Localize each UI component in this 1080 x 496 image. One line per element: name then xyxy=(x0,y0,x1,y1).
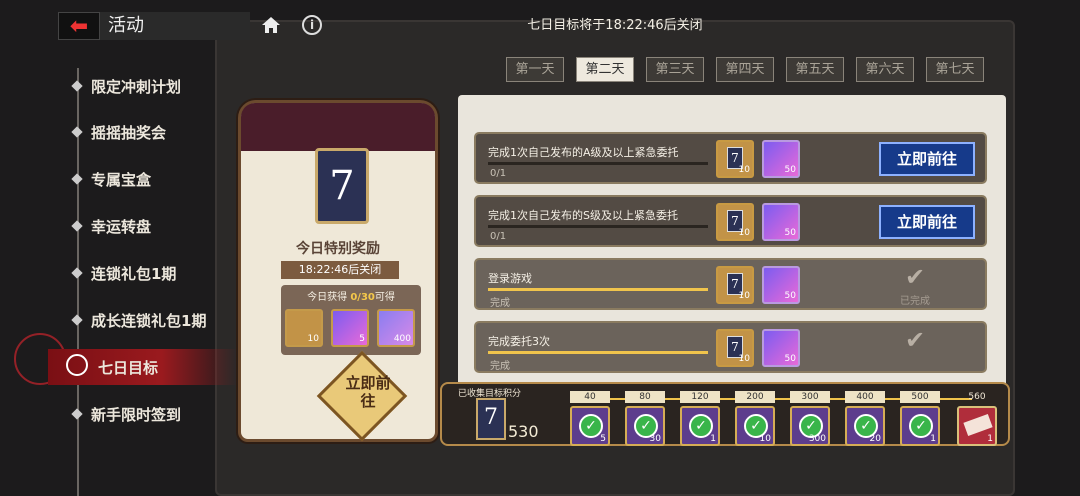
go-now-button[interactable]: 立即前往 xyxy=(879,205,975,239)
sidebar-item-treasure-box[interactable]: 专属宝盒 xyxy=(70,161,151,197)
ticket-icon xyxy=(963,413,993,437)
milestone-value: 40 xyxy=(570,391,610,403)
check-icon: ✔ xyxy=(904,326,926,354)
seven-card-icon: 7 xyxy=(476,398,506,440)
event-countdown: 七日目标将于18:22:46后关闭 xyxy=(527,18,703,33)
card-icon[interactable]: 10 xyxy=(285,309,323,347)
go-now-label: 立即前往 xyxy=(345,374,391,410)
home-icon[interactable] xyxy=(260,14,282,36)
ticket-icon[interactable]: 5 xyxy=(331,309,369,347)
today-progress-label: 今日获得 0/30可得 xyxy=(307,292,395,303)
gem-icon[interactable]: 50 xyxy=(762,329,800,367)
bullet-icon xyxy=(71,126,83,138)
info-icon[interactable]: i xyxy=(302,15,322,35)
back-arrow-icon: ⬅ xyxy=(69,13,89,39)
bullet-icon xyxy=(71,173,83,185)
seven-card-icon: 7 xyxy=(315,148,369,224)
milestone-reward[interactable]: ✓ 1 xyxy=(900,406,940,446)
tab-day-2[interactable]: 第二天 xyxy=(576,57,634,82)
task-progress-bar xyxy=(488,288,708,291)
card-icon[interactable]: 7 10 xyxy=(716,203,754,241)
tab-day-5[interactable]: 第五天 xyxy=(786,57,844,82)
reward-timer: 18:22:46后关闭 xyxy=(281,261,399,279)
reward-title: 今日特别奖励 xyxy=(296,241,380,257)
task-row: 登录游戏 完成 7 10 50 ✔ 已完成 xyxy=(474,258,987,310)
page-title: 活动 xyxy=(100,12,250,40)
milestone-reward[interactable]: ✓ 300 xyxy=(790,406,830,446)
gem-icon[interactable]: 50 xyxy=(762,140,800,178)
completed-stamp: ✔ xyxy=(885,325,945,369)
task-row: 完成1次自己发布的S级及以上紧急委托 0/1 7 10 50 立即前往 xyxy=(474,195,987,247)
points-value: 530 xyxy=(508,422,539,441)
milestone-value: 200 xyxy=(735,391,775,403)
bullet-icon xyxy=(71,314,83,326)
bullet-icon xyxy=(71,408,83,420)
sidebar-item-sprint-plan[interactable]: 限定冲刺计划 xyxy=(70,68,181,104)
bullet-icon xyxy=(71,220,83,232)
task-progress-bar xyxy=(488,162,708,165)
back-button[interactable]: ⬅ xyxy=(58,12,100,40)
sidebar-item-lottery[interactable]: 摇摇抽奖会 xyxy=(70,114,166,150)
milestone-reward-final[interactable]: 1 xyxy=(957,406,997,446)
top-bar: ⬅ 活动 i 七日目标将于18:22:46后关闭 xyxy=(0,0,1080,52)
task-row: 完成委托3次 完成 7 10 50 ✔ xyxy=(474,321,987,373)
card-icon[interactable]: 7 10 xyxy=(716,266,754,304)
alarm-clock-icon xyxy=(66,354,88,376)
completed-stamp: ✔ 已完成 xyxy=(885,262,945,307)
milestone-reward[interactable]: ✓ 1 xyxy=(680,406,720,446)
today-reward-box: 今日获得 0/30可得 10 5 400 xyxy=(281,285,421,355)
milestone-reward[interactable]: ✓ 5 xyxy=(570,406,610,446)
tab-day-6[interactable]: 第六天 xyxy=(856,57,914,82)
tab-day-1[interactable]: 第一天 xyxy=(506,57,564,82)
tab-day-4[interactable]: 第四天 xyxy=(716,57,774,82)
task-row: 完成1次自己发布的A级及以上紧急委托 0/1 7 10 50 立即前往 xyxy=(474,132,987,184)
sidebar-item-chain-gift[interactable]: 连锁礼包1期 xyxy=(70,255,176,291)
card-icon[interactable]: 7 10 xyxy=(716,140,754,178)
gem-icon[interactable]: 50 xyxy=(762,203,800,241)
milestone-value: 400 xyxy=(845,391,885,403)
task-progress-bar xyxy=(488,225,708,228)
milestone-value: 500 xyxy=(900,391,940,403)
gem-icon[interactable]: 400 xyxy=(377,309,415,347)
milestone-value: 560 xyxy=(968,392,986,402)
milestone-reward[interactable]: ✓ 20 xyxy=(845,406,885,446)
sidebar-item-newbie-checkin[interactable]: 新手限时签到 xyxy=(70,396,181,432)
tab-day-7[interactable]: 第七天 xyxy=(926,57,984,82)
tab-day-3[interactable]: 第三天 xyxy=(646,57,704,82)
gem-icon[interactable]: 50 xyxy=(762,266,800,304)
milestone-value: 120 xyxy=(680,391,720,403)
milestone-reward[interactable]: ✓ 30 xyxy=(625,406,665,446)
tag-header-decoration xyxy=(241,103,435,151)
go-now-button[interactable]: 立即前往 xyxy=(879,142,975,176)
bullet-icon xyxy=(71,267,83,279)
sidebar-item-growth-gift[interactable]: 成长连锁礼包1期 xyxy=(70,302,206,338)
milestone-value: 300 xyxy=(790,391,830,403)
milestone-reward[interactable]: ✓ 10 xyxy=(735,406,775,446)
milestone-value: 80 xyxy=(625,391,665,403)
check-icon: ✔ xyxy=(904,263,926,291)
bullet-icon xyxy=(71,80,83,92)
points-progress-panel: 已收集目标积分 7 530 40 ✓ 5 80 ✓ 30 120 ✓ 1 200 ✓ 1… xyxy=(440,382,1010,446)
task-progress-bar xyxy=(488,351,708,354)
sidebar-item-lucky-wheel[interactable]: 幸运转盘 xyxy=(70,208,151,244)
card-icon[interactable]: 7 10 xyxy=(716,329,754,367)
